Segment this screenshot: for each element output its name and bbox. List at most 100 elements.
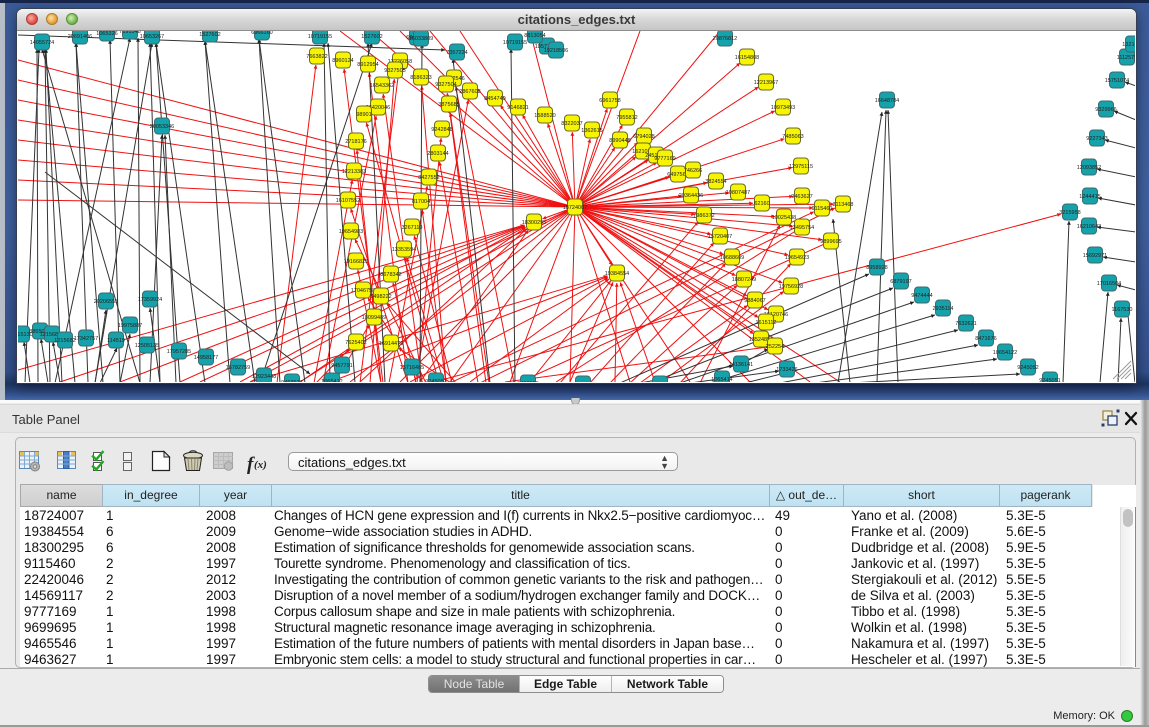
svg-text:12923448: 12923448 [252,374,276,380]
svg-text:16914479: 16914479 [379,341,403,347]
svg-text:3215958: 3215958 [1059,210,1080,216]
svg-text:6961758: 6961758 [599,98,620,104]
svg-text:9899695: 9899695 [820,239,841,245]
svg-text:3267110: 3267110 [401,225,422,231]
svg-text:9777169: 9777169 [654,156,675,162]
svg-text:252254: 252254 [766,344,784,350]
svg-text:15692971: 15692971 [1083,253,1107,259]
svg-text:8322037: 8322037 [561,121,582,127]
svg-text:1167530: 1167530 [1111,307,1132,313]
svg-text:18099489: 18099489 [362,315,386,321]
svg-text:17359924: 17359924 [138,297,162,303]
svg-text:8813054: 8813054 [524,33,545,39]
svg-text:1527602: 1527602 [361,34,382,40]
svg-text:1615112: 1615112 [755,320,776,326]
svg-text:9146821: 9146821 [507,105,528,111]
svg-text:14136141: 14136141 [729,362,753,368]
svg-text:18807249: 18807249 [732,277,756,283]
svg-text:20876812: 20876812 [713,36,737,42]
svg-text:9245051: 9245051 [1039,378,1060,382]
svg-text:12505135: 12505135 [135,343,159,349]
svg-text:7955812: 7955812 [616,115,637,121]
svg-text:16107552: 16107552 [336,198,360,204]
svg-text:12975115: 12975115 [789,164,813,170]
svg-text:19975887: 19975887 [118,323,142,329]
svg-text:17016504: 17016504 [1097,281,1121,287]
svg-text:3875685: 3875685 [438,102,459,108]
svg-text:8958928: 8958928 [866,265,887,271]
svg-text:7632621: 7632621 [955,321,976,327]
svg-text:14055724: 14055724 [30,40,54,46]
svg-text:9469556: 9469556 [517,381,538,382]
svg-text:10025438: 10025438 [772,215,796,221]
svg-text:1065414: 1065414 [711,377,732,382]
svg-text:6794028: 6794028 [633,134,654,140]
svg-text:19218506: 19218506 [544,48,568,54]
svg-text:9227343: 9227343 [1086,136,1107,142]
svg-text:19654983: 19654983 [339,229,363,235]
svg-text:1362615: 1362615 [581,128,602,134]
svg-text:20691406: 20691406 [68,34,92,40]
svg-text:9329966: 9329966 [1095,107,1116,113]
svg-text:16033809: 16033809 [409,36,433,42]
svg-text:13353594: 13353594 [392,247,416,253]
svg-text:12213383: 12213383 [342,169,366,175]
svg-text:12093852: 12093852 [1077,165,1101,171]
svg-text:7986372: 7986372 [693,213,714,219]
svg-text:10719155: 10719155 [503,40,527,46]
svg-text:2867608: 2867608 [459,89,480,95]
svg-text:9327504: 9327504 [435,82,456,88]
svg-text:20053346: 20053346 [150,124,174,130]
svg-text:1065412: 1065412 [321,379,342,382]
svg-text:1527602: 1527602 [199,32,220,38]
svg-text:9327505: 9327505 [384,68,405,74]
svg-text:10719155: 10719155 [308,34,332,40]
svg-text:12213967: 12213967 [754,80,778,86]
svg-text:9457791: 9457791 [331,363,352,369]
svg-text:(x): (x) [254,459,267,471]
svg-text:9115460: 9115460 [811,206,832,212]
svg-text:10653267: 10653267 [140,34,164,40]
svg-text:1215682: 1215682 [54,338,75,344]
svg-text:10688609: 10688609 [720,255,744,261]
svg-text:1321856: 1321856 [1122,42,1135,48]
svg-text:9474444: 9474444 [911,293,932,299]
svg-text:9242848: 9242848 [431,127,452,133]
svg-text:17342757: 17342757 [74,336,98,342]
svg-text:7357224: 7357224 [446,50,467,56]
svg-text:10973493: 10973493 [771,105,795,111]
svg-text:7625402: 7625402 [345,340,366,346]
svg-text:62160: 62160 [754,201,769,207]
svg-text:1733426: 1733426 [776,367,797,373]
svg-text:7663822: 7663822 [306,54,327,60]
svg-text:7485063: 7485063 [782,134,803,140]
svg-text:16210643: 16210643 [1077,224,1101,230]
svg-text:8454749: 8454749 [484,96,505,102]
svg-text:7191548: 7191548 [119,31,140,35]
svg-text:10807487: 10807487 [726,190,750,196]
svg-text:1112575: 1112575 [1117,55,1135,61]
svg-text:20206555: 20206555 [94,299,118,305]
svg-text:8960124: 8960124 [332,58,353,64]
svg-text:6966160: 6966160 [251,31,272,36]
svg-text:8678342: 8678342 [380,272,401,278]
svg-text:18300295: 18300295 [522,220,546,226]
svg-text:8471676: 8471676 [975,336,996,342]
svg-text:98901: 98901 [356,112,371,118]
svg-text:8427552: 8427552 [418,175,439,181]
svg-text:16543362: 16543362 [370,83,394,89]
svg-text:3113468: 3113468 [832,202,853,208]
svg-text:1244415: 1244415 [1079,194,1100,200]
svg-text:8990448: 8990448 [609,138,630,144]
svg-text:10654122: 10654122 [993,350,1017,356]
svg-text:114519: 114519 [107,338,125,344]
svg-text:9463627: 9463627 [281,380,302,382]
svg-text:5498222: 5498222 [370,294,391,300]
svg-text:8186323: 8186323 [410,75,431,81]
svg-text:1065326: 1065326 [96,31,117,37]
svg-text:6879197: 6879197 [890,279,911,285]
svg-text:19166825: 19166825 [344,259,368,265]
svg-text:16782759: 16782759 [226,365,250,371]
svg-text:8912954: 8912954 [357,62,378,68]
svg-text:14958177: 14958177 [194,355,218,361]
